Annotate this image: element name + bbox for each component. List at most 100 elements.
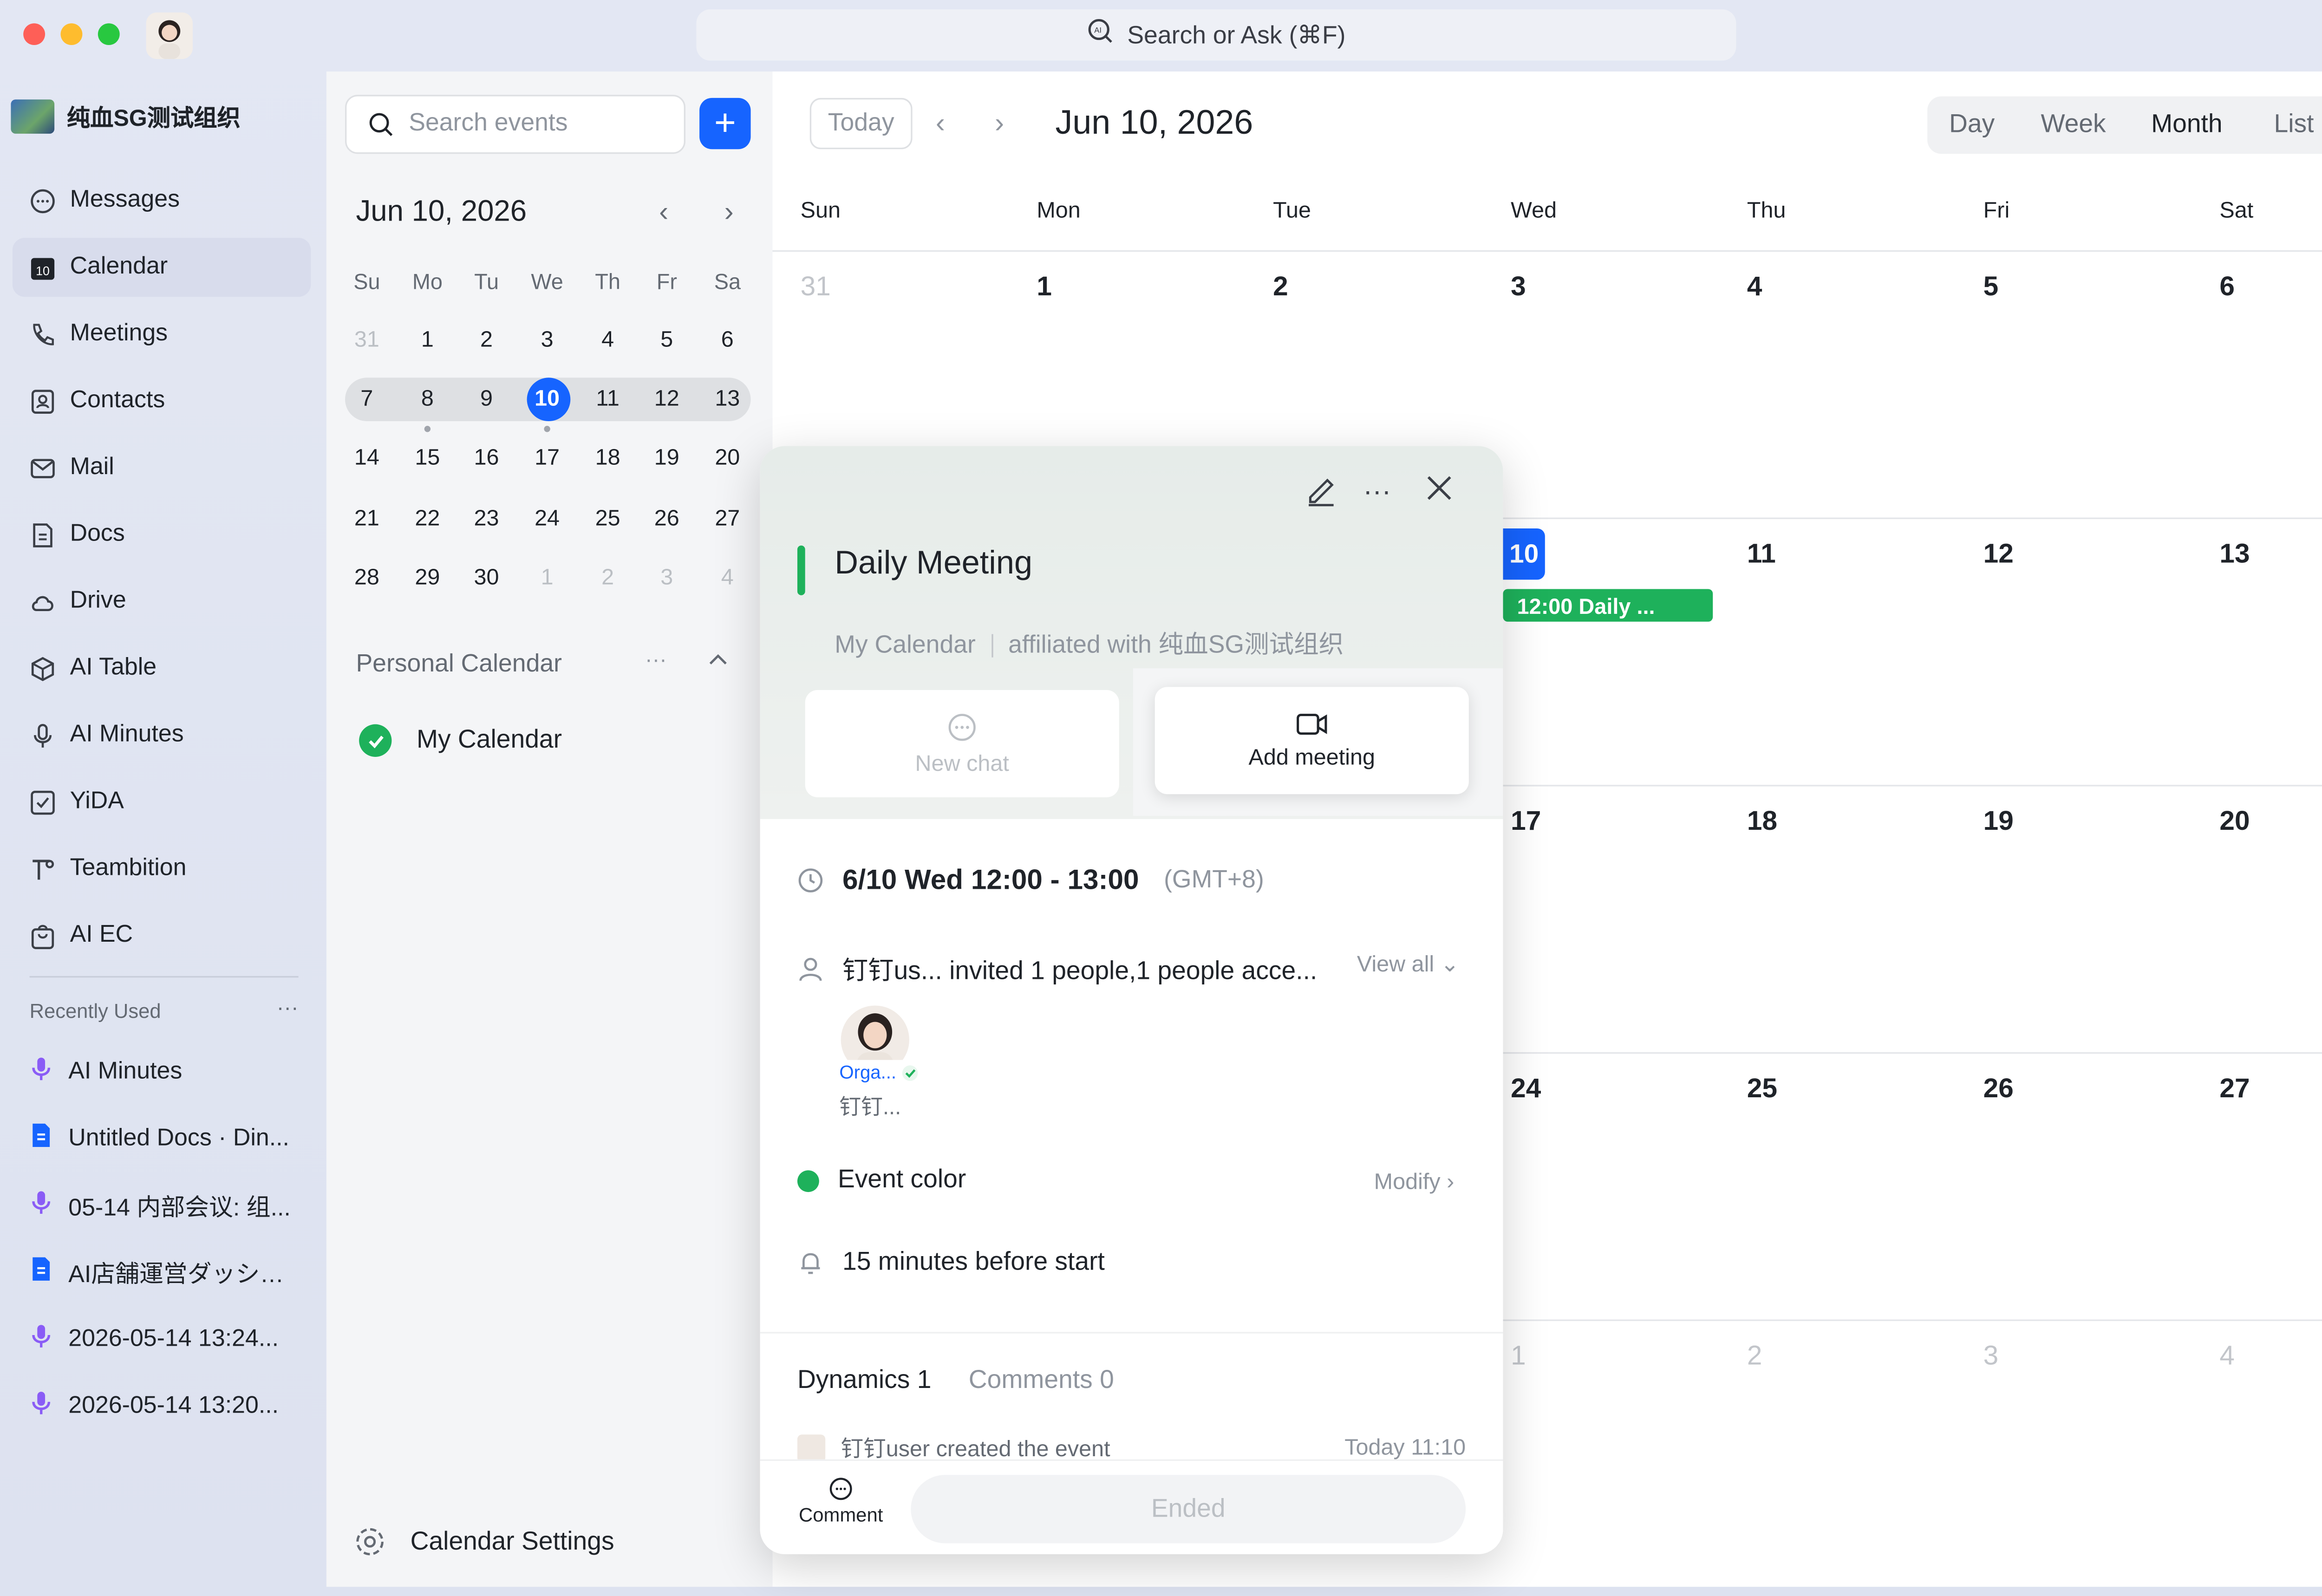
month-day-cell[interactable]: 2 — [1747, 1340, 1762, 1372]
month-day-cell[interactable]: 5 — [1983, 270, 1999, 303]
sidebar-item-drive[interactable]: Drive — [13, 572, 311, 631]
check-icon[interactable] — [359, 724, 392, 757]
mini-calendar-day[interactable]: 11 — [584, 387, 631, 412]
recent-item[interactable]: 05-14 内部会议: 组... — [13, 1177, 311, 1236]
month-day-cell[interactable]: 27 — [2219, 1072, 2250, 1105]
recent-item[interactable]: AI Minutes — [13, 1043, 311, 1102]
modify-color-button[interactable]: Modify › — [1374, 1170, 1455, 1195]
recent-item[interactable]: Untitled Docs · Din... — [13, 1110, 311, 1169]
month-day-cell[interactable]: 31 — [801, 270, 831, 303]
close-window-button[interactable] — [23, 23, 46, 46]
month-day-cell[interactable]: 2 — [1273, 270, 1288, 303]
sidebar-item-ai-ec[interactable]: AI EC — [13, 906, 311, 965]
add-meeting-button[interactable]: Add meeting — [1154, 687, 1469, 795]
edit-icon[interactable] — [1304, 472, 1338, 514]
mini-calendar-day[interactable]: 13 — [704, 387, 750, 412]
mini-next-month-button[interactable]: › — [724, 196, 734, 228]
recent-item[interactable]: 2026-05-14 13:24... — [13, 1310, 311, 1369]
month-day-cell[interactable]: 11 — [1747, 538, 1776, 570]
month-day-cell[interactable]: 19 — [1983, 805, 2014, 838]
mini-calendar-day[interactable]: 2 — [584, 566, 631, 591]
view-list[interactable]: List — [2274, 111, 2314, 140]
mini-calendar-day[interactable]: 30 — [463, 566, 509, 591]
personal-calendar-more-icon[interactable]: ··· — [645, 646, 667, 671]
search-events-input[interactable]: Search events — [345, 95, 685, 154]
sidebar-item-calendar[interactable]: 10 Calendar — [12, 238, 311, 297]
mini-calendar-day[interactable]: 23 — [463, 507, 509, 532]
close-icon[interactable] — [1424, 472, 1455, 511]
next-month-button[interactable]: › — [995, 107, 1004, 140]
user-avatar[interactable] — [146, 12, 193, 59]
month-day-cell[interactable]: 4 — [2219, 1340, 2235, 1372]
org-switcher[interactable]: 纯血SG测试组织 — [11, 99, 241, 134]
mini-calendar-day[interactable]: 28 — [344, 566, 390, 591]
mini-calendar-day[interactable]: 10 — [524, 387, 570, 412]
view-day[interactable]: Day — [1949, 111, 1995, 140]
global-search-bar[interactable]: AI Search or Ask (⌘F) — [696, 9, 1736, 61]
mini-calendar-day[interactable]: 6 — [704, 328, 750, 353]
month-day-cell[interactable]: 17 — [1511, 805, 1541, 838]
mini-calendar-day[interactable]: 16 — [463, 446, 509, 471]
sidebar-item-ai-minutes[interactable]: AI Minutes — [13, 705, 311, 764]
tab-comments[interactable]: Comments 0 — [969, 1366, 1114, 1396]
tab-dynamics[interactable]: Dynamics 1 — [797, 1366, 932, 1396]
view-week[interactable]: Week — [2041, 111, 2106, 140]
sidebar-item-teambition[interactable]: Teambition — [13, 839, 311, 898]
view-all-attendees-button[interactable]: View all ⌄ — [1357, 953, 1460, 978]
new-chat-button[interactable]: New chat — [805, 690, 1119, 797]
sidebar-item-docs[interactable]: Docs — [13, 505, 311, 564]
month-day-cell[interactable]: 24 — [1511, 1072, 1541, 1105]
sidebar-item-contacts[interactable]: Contacts — [13, 371, 311, 430]
mini-calendar-day[interactable]: 1 — [524, 566, 570, 591]
mini-calendar-day[interactable]: 12 — [644, 387, 690, 412]
month-day-cell[interactable]: 3 — [1511, 270, 1526, 303]
recent-item[interactable]: 2026-05-14 13:20... — [13, 1377, 311, 1436]
mini-calendar-day[interactable]: 4 — [704, 566, 750, 591]
month-day-cell[interactable]: 1 — [1511, 1340, 1526, 1372]
month-day-cell[interactable]: 20 — [2219, 805, 2250, 838]
mini-calendar-day[interactable]: 31 — [344, 328, 390, 353]
mini-calendar-day[interactable]: 8 — [404, 387, 450, 412]
view-month[interactable]: Month — [2151, 111, 2222, 140]
collapse-chevron-icon[interactable] — [707, 650, 729, 679]
prev-month-button[interactable]: ‹ — [936, 107, 945, 140]
comment-button[interactable]: Comment — [797, 1477, 884, 1526]
add-event-button[interactable]: + — [699, 98, 751, 150]
calendar-event-daily-meeting[interactable]: 12:00 Daily ... — [1503, 589, 1713, 622]
today-button[interactable]: Today — [809, 98, 913, 150]
mini-calendar-day[interactable]: 3 — [644, 566, 690, 591]
calendar-settings-button[interactable]: Calendar Settings — [354, 1526, 614, 1557]
mini-calendar-day[interactable]: 19 — [644, 446, 690, 471]
more-icon[interactable]: ··· — [1363, 476, 1391, 508]
mini-calendar-day[interactable]: 21 — [344, 507, 390, 532]
mini-calendar-day[interactable]: 25 — [584, 507, 631, 532]
mini-calendar-day[interactable]: 18 — [584, 446, 631, 471]
mini-calendar-day[interactable]: 1 — [404, 328, 450, 353]
month-day-cell[interactable]: 3 — [1983, 1340, 1999, 1372]
month-day-cell[interactable]: 13 — [2219, 538, 2250, 570]
sidebar-item-mail[interactable]: Mail — [13, 438, 311, 497]
mini-calendar-day[interactable]: 27 — [704, 507, 750, 532]
month-day-cell[interactable]: 12 — [1983, 538, 2014, 570]
mini-prev-month-button[interactable]: ‹ — [659, 196, 668, 228]
minimize-window-button[interactable] — [60, 23, 83, 46]
mini-calendar-day[interactable]: 14 — [344, 446, 390, 471]
sidebar-item-messages[interactable]: Messages — [13, 171, 311, 230]
mini-calendar-day[interactable]: 2 — [463, 328, 509, 353]
mini-calendar-day[interactable]: 26 — [644, 507, 690, 532]
recently-used-more-icon[interactable]: ··· — [277, 995, 299, 1020]
mini-calendar-day[interactable]: 15 — [404, 446, 450, 471]
month-day-cell[interactable]: 26 — [1983, 1072, 2014, 1105]
sidebar-item-ai-table[interactable]: AI Table — [13, 639, 311, 698]
mini-calendar-day[interactable]: 20 — [704, 446, 750, 471]
recent-item[interactable]: AI店舗運営ダッシュ... — [13, 1244, 311, 1303]
mini-calendar-day[interactable]: 24 — [524, 507, 570, 532]
mini-calendar-day[interactable]: 3 — [524, 328, 570, 353]
my-calendar-item[interactable]: My Calendar — [359, 724, 562, 757]
month-day-cell[interactable]: 18 — [1747, 805, 1777, 838]
mini-calendar-day[interactable]: 7 — [344, 387, 390, 412]
zoom-window-button[interactable] — [98, 23, 120, 46]
sidebar-item-yida[interactable]: YiDA — [13, 772, 311, 831]
month-day-cell[interactable]: 1 — [1037, 270, 1052, 303]
month-day-cell[interactable]: 6 — [2219, 270, 2235, 303]
